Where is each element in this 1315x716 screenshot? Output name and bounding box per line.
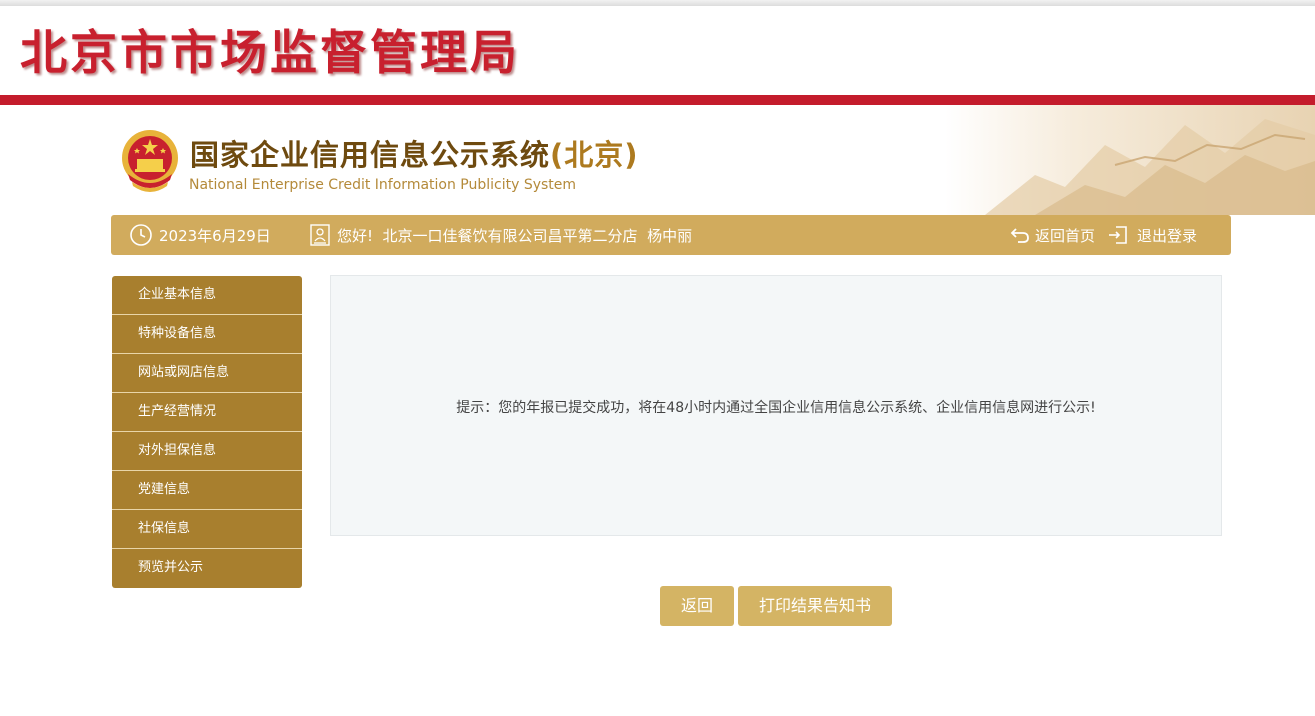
red-divider bbox=[0, 95, 1315, 105]
logout-icon bbox=[1109, 226, 1127, 244]
sidebar-nav: 企业基本信息 特种设备信息 网站或网店信息 生产经营情况 对外担保信息 党建信息… bbox=[112, 276, 302, 588]
system-header: 国家企业信用信息公示系统(北京) National Enterprise Cre… bbox=[0, 105, 1315, 215]
logout-link[interactable]: 退出登录 bbox=[1107, 215, 1197, 255]
return-arrow-icon bbox=[1010, 228, 1029, 243]
user-greeting: 您好! 北京一口佳餐饮有限公司昌平第二分店 杨中丽 bbox=[309, 215, 692, 255]
great-wall-mountain-art bbox=[945, 105, 1315, 215]
logout-link-label[interactable]: 退出登录 bbox=[1137, 225, 1197, 246]
agency-title: 北京市市场监督管理局 bbox=[20, 26, 520, 81]
system-title: 国家企业信用信息公示系统(北京) bbox=[190, 136, 639, 174]
sidebar-item-preview-publish[interactable]: 预览并公示 bbox=[112, 549, 302, 588]
content-panel: 提示：您的年报已提交成功，将在48小时内通过全国企业信用信息公示系统、企业信用信… bbox=[330, 275, 1222, 536]
user-badge-icon bbox=[310, 224, 330, 246]
home-link[interactable]: 返回首页 bbox=[1009, 215, 1095, 255]
system-title-main: 国家企业信用信息公示系统 bbox=[190, 138, 551, 172]
home-link-label[interactable]: 返回首页 bbox=[1035, 225, 1095, 246]
clock-icon bbox=[130, 224, 152, 246]
sidebar-item-social-security[interactable]: 社保信息 bbox=[112, 510, 302, 549]
greeting-text: 您好! 北京一口佳餐饮有限公司昌平第二分店 杨中丽 bbox=[337, 226, 693, 245]
info-bar: 2023年6月29日 您好! 北京一口佳餐饮有限公司昌平第二分店 杨中丽 返回首… bbox=[111, 215, 1231, 255]
system-subtitle: National Enterprise Credit Information P… bbox=[189, 177, 577, 193]
sidebar-item-guarantee-info[interactable]: 对外担保信息 bbox=[112, 432, 302, 471]
back-button[interactable]: 返回 bbox=[660, 586, 734, 626]
national-emblem-icon bbox=[122, 130, 178, 192]
sidebar-item-special-equipment[interactable]: 特种设备信息 bbox=[112, 315, 302, 354]
date-display: 2023年6月29日 bbox=[129, 215, 271, 255]
agency-banner: 北京市市场监督管理局 bbox=[0, 6, 1315, 95]
sidebar-item-operations[interactable]: 生产经营情况 bbox=[112, 393, 302, 432]
sidebar-item-party-building[interactable]: 党建信息 bbox=[112, 471, 302, 510]
print-notice-button[interactable]: 打印结果告知书 bbox=[738, 586, 892, 626]
date-text: 2023年6月29日 bbox=[159, 226, 271, 245]
submission-notice: 提示：您的年报已提交成功，将在48小时内通过全国企业信用信息公示系统、企业信用信… bbox=[456, 400, 1096, 416]
sidebar-item-basic-info[interactable]: 企业基本信息 bbox=[112, 276, 302, 315]
system-title-region: (北京) bbox=[550, 138, 639, 172]
sidebar-item-website-info[interactable]: 网站或网店信息 bbox=[112, 354, 302, 393]
